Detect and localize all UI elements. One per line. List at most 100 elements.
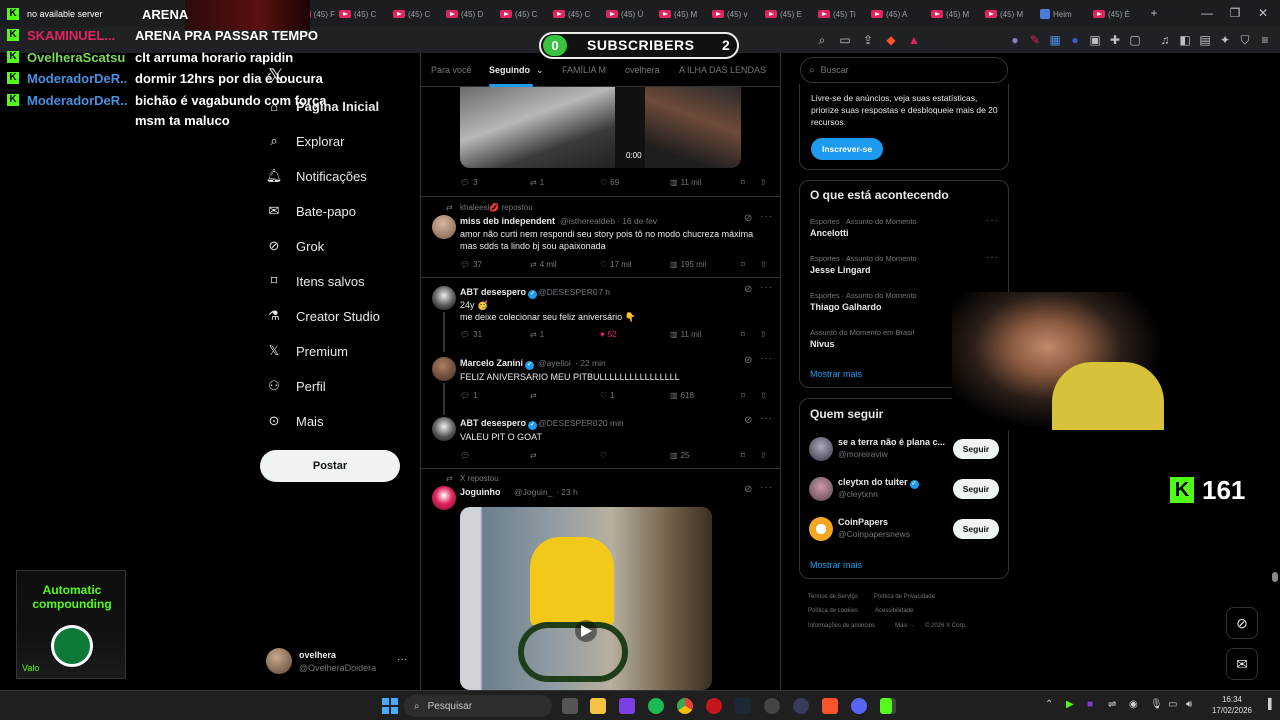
post-button[interactable]: Postar — [260, 450, 400, 482]
discord-icon[interactable] — [851, 698, 867, 714]
views-button[interactable]: ▥ 11 mil — [670, 178, 701, 187]
follow-name[interactable]: cleytxn do tuiter ✓ — [838, 477, 948, 489]
tray-icon[interactable]: ■ — [1087, 699, 1093, 710]
chrome-icon[interactable] — [677, 698, 693, 714]
follow-suggestion[interactable]: CoinPapers @Coinpapersnews Seguir — [800, 516, 1008, 542]
chat-username[interactable]: SKAMINUEL... — [27, 28, 127, 43]
share-icon[interactable]: ⇧ — [760, 330, 767, 339]
bookmark-icon[interactable]: ⌑ — [741, 330, 745, 339]
close-window-button[interactable]: ✕ — [1256, 6, 1270, 20]
reply-button[interactable]: 💬︎ 31 — [460, 330, 482, 339]
follow-button[interactable]: Seguir — [953, 519, 999, 539]
tweet[interactable]: ABT desespero ✓ @DESESPER0 · 7 h ⊘ ··· 24… — [421, 278, 780, 352]
chat-username[interactable]: ModeradorDeR... — [27, 93, 127, 108]
more-icon[interactable]: ··· — [986, 215, 999, 226]
more-icon[interactable]: ··· — [760, 413, 773, 424]
tweet[interactable]: 0:00 💬︎ 3 ⇄ 1 ♡ 69 ▥ 11 mil ⌑ ⇧ — [421, 87, 780, 195]
avatar[interactable] — [809, 437, 833, 461]
maximize-button[interactable]: ❐ — [1228, 6, 1242, 20]
menu-icon[interactable]: ≡ — [1258, 33, 1272, 47]
extension-icon[interactable]: ● — [1068, 33, 1082, 47]
browser-tab[interactable]: Heim — [1040, 5, 1089, 23]
notification-icon[interactable]: ▌ — [1268, 699, 1275, 710]
follow-suggestion[interactable]: se a terra não é plana c... @moreiraviw Se… — [800, 436, 1008, 462]
nav-item-home[interactable]: ⌂ Página Inicial — [266, 91, 379, 121]
cast-icon[interactable]: ▭ — [838, 33, 852, 47]
tray-icon[interactable]: ⇌ — [1108, 699, 1116, 710]
footer-link[interactable]: Política de Privacidade — [874, 594, 935, 600]
browser-tab[interactable]: (45) M — [659, 5, 708, 23]
follow-button[interactable]: Seguir — [953, 439, 999, 459]
brave-icon[interactable] — [822, 698, 838, 714]
bookmark-icon[interactable]: ⌑ — [741, 391, 745, 400]
views-button[interactable]: ▥ 618 — [670, 391, 694, 400]
reply-button[interactable]: 💬︎ — [460, 451, 473, 460]
reply-button[interactable]: 💬︎ 3 — [460, 178, 478, 187]
taskbar-clock[interactable]: 16:34 17/02/2026 — [1200, 694, 1264, 716]
tweet-author-handle[interactable]: @Joguin_ — [514, 487, 552, 497]
follow-name[interactable]: CoinPapers — [838, 517, 948, 527]
file-explorer-icon[interactable] — [590, 698, 606, 714]
share-icon[interactable]: ⇧ — [760, 391, 767, 400]
more-icon[interactable]: ··· — [760, 282, 773, 293]
trend-item[interactable]: Esportes · Assunto do Momento Ancelotti ··… — [800, 215, 1008, 249]
tweet[interactable]: ⇄ khaleesi💋 repostou miss deb independen… — [421, 197, 780, 277]
zoom-icon[interactable]: ⌕ — [815, 33, 829, 47]
music-icon[interactable]: ♫ — [1158, 33, 1172, 47]
more-icon[interactable]: ··· — [760, 353, 773, 364]
search-input[interactable]: ⌕ Buscar — [800, 57, 1008, 83]
nav-item-flask[interactable]: ⚗ Creator Studio — [266, 301, 380, 331]
grok-icon[interactable]: ⊘ — [744, 284, 753, 295]
puzzle-icon[interactable]: ✚ — [1108, 33, 1122, 47]
browser-tab[interactable]: (45) v — [712, 5, 761, 23]
sidebar-icon[interactable]: ◧ — [1178, 33, 1192, 47]
show-more-trends-link[interactable]: Mostrar mais — [810, 369, 862, 379]
nav-item-person[interactable]: ⚇ Perfil — [266, 371, 325, 401]
footer-link[interactable]: Informações de anúncios — [808, 623, 875, 629]
follow-name[interactable]: se a terra não é plana c... — [838, 437, 948, 447]
like-button[interactable]: ♡ 69 — [600, 178, 619, 187]
retweet-button[interactable]: ⇄ 1 — [530, 178, 544, 187]
browser-tab[interactable]: (45) C — [339, 5, 389, 23]
start-button[interactable] — [382, 698, 398, 714]
bookmark-icon[interactable]: ⌑ — [741, 178, 745, 187]
avatar[interactable] — [432, 486, 456, 510]
grok-icon[interactable]: ⊘ — [744, 355, 753, 366]
extension-icon[interactable]: ▦ — [1048, 33, 1062, 47]
tab-seguindo[interactable]: Seguindo — [489, 65, 530, 75]
footer-link[interactable]: Mais ··· — [895, 623, 915, 629]
share-icon[interactable]: ⇪ — [861, 33, 875, 47]
browser-tab[interactable]: (45) C — [393, 5, 442, 23]
video-frame-left[interactable] — [460, 87, 615, 168]
kick-icon[interactable] — [880, 698, 892, 714]
like-button[interactable]: ♥ 52 — [600, 330, 617, 339]
chat-username[interactable]: OvelheraScatsu — [27, 50, 127, 65]
new-tab-button[interactable]: + — [1147, 6, 1161, 20]
footer-link[interactable]: Termos de Serviço — [808, 594, 858, 600]
extension-icon[interactable]: ✎ — [1028, 33, 1042, 47]
avatar[interactable] — [432, 286, 456, 310]
tab-familia-m[interactable]: FAMÍLIA M — [562, 65, 606, 75]
grok-icon[interactable]: ⊘ — [744, 484, 753, 495]
chevron-up-icon[interactable]: ⌃ — [1045, 699, 1053, 710]
nav-item-bell[interactable]: 🔔︎ Notificações — [266, 161, 367, 191]
tweet-author-handle[interactable]: @DESESPER0 — [538, 287, 598, 297]
extension-icon[interactable]: ▣ — [1088, 33, 1102, 47]
steam-icon[interactable] — [735, 698, 751, 714]
browser-tab[interactable]: (45) C — [500, 5, 549, 23]
like-button[interactable]: ♡ 17 mil — [600, 260, 632, 269]
video-frame-right[interactable] — [645, 87, 741, 168]
footer-link[interactable]: Política de cookies — [808, 608, 858, 614]
ad-widget[interactable]: Automatic compounding Valo — [16, 570, 126, 679]
tweet[interactable]: Marcelo Zanini ✓ @ayelloi · 22 min ⊘ ··· … — [421, 349, 780, 415]
chat-username[interactable]: no available server — [27, 9, 127, 19]
app-icon[interactable] — [793, 698, 809, 714]
browser-tab[interactable]: (45) C — [553, 5, 602, 23]
avatar[interactable] — [809, 477, 833, 501]
share-icon[interactable]: ⇧ — [760, 178, 767, 187]
tweet-video[interactable] — [460, 507, 712, 690]
tweet-time[interactable]: · 23 h — [556, 487, 578, 497]
grok-float-button[interactable]: ⊘ — [1226, 607, 1258, 639]
retweet-button[interactable]: ⇄ 1 — [530, 330, 544, 339]
like-button[interactable]: ♡ 1 — [600, 391, 615, 400]
